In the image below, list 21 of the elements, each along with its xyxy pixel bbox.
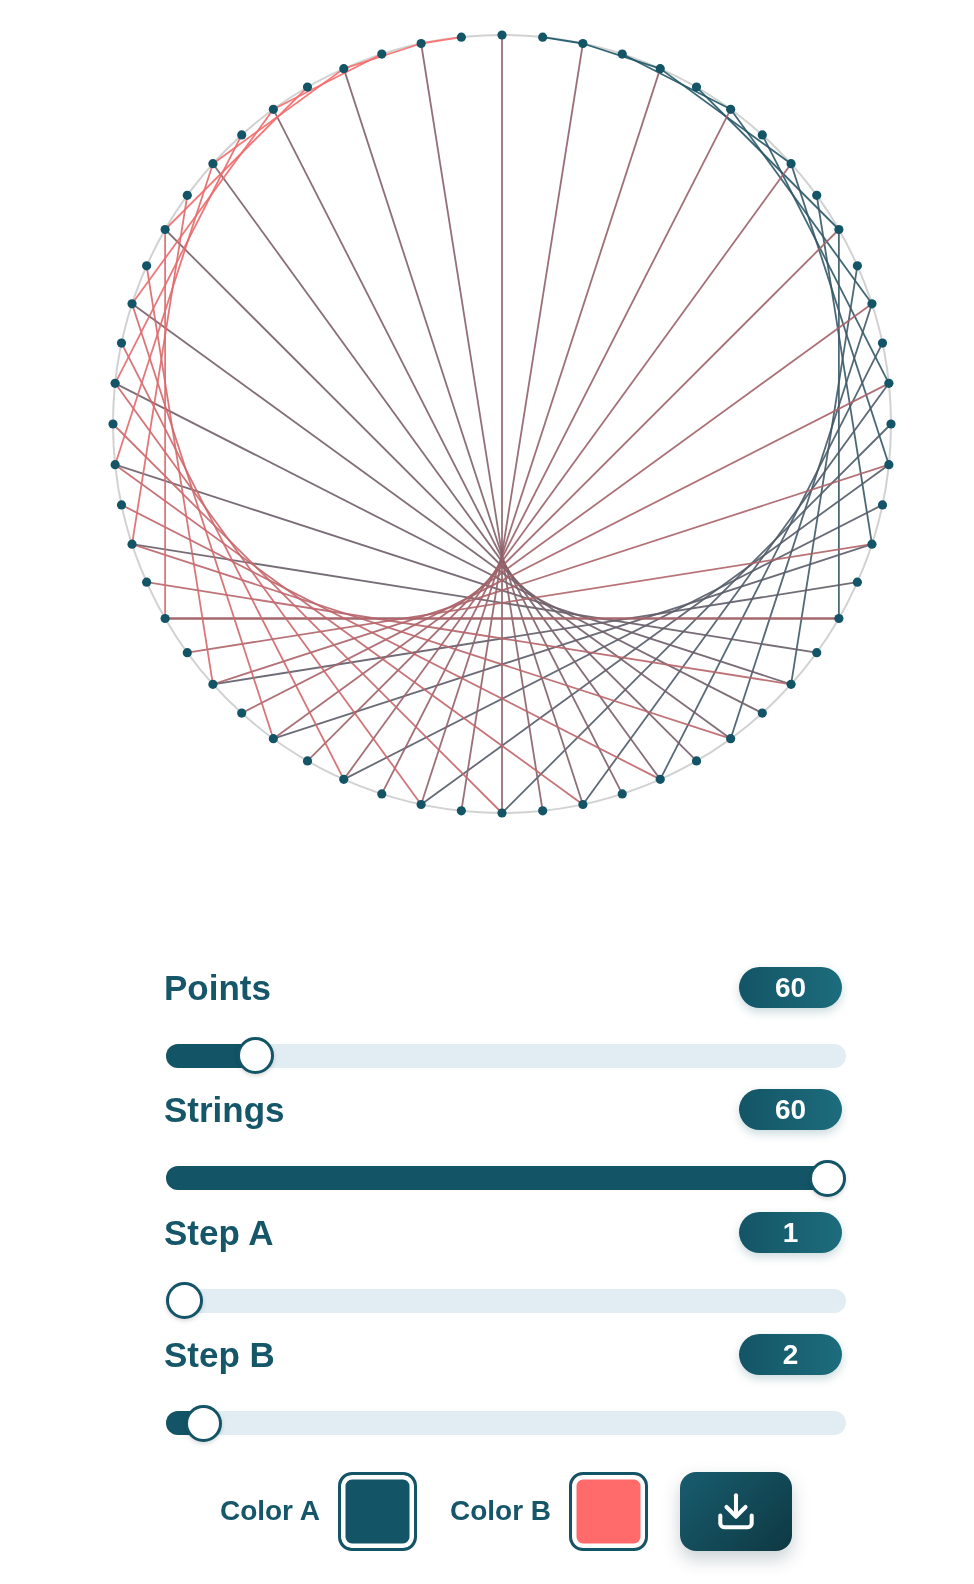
- slider-value: 1: [739, 1211, 842, 1253]
- slider-label: Step A: [164, 1211, 274, 1253]
- slider-track[interactable]: [166, 1037, 846, 1074]
- slider-track[interactable]: [166, 1282, 846, 1319]
- color-label: Color A: [219, 1494, 320, 1528]
- color-swatch[interactable]: [569, 1471, 649, 1551]
- slider-label: Strings: [164, 1089, 285, 1130]
- slider-thumb[interactable]: [809, 1159, 846, 1197]
- color-label: Color B: [450, 1494, 552, 1528]
- color-swatch[interactable]: [338, 1471, 417, 1551]
- slider-track[interactable]: [166, 1159, 846, 1197]
- slider-value: 60: [739, 1089, 842, 1130]
- download-icon: [718, 1492, 755, 1530]
- slider-label: Points: [164, 966, 271, 1008]
- slider-label: Step B: [164, 1334, 275, 1375]
- slider-thumb[interactable]: [166, 1282, 203, 1319]
- slider-value: 60: [739, 966, 842, 1008]
- slider-track[interactable]: [166, 1404, 846, 1442]
- download-button[interactable]: [680, 1471, 793, 1551]
- slider-value: 2: [739, 1334, 842, 1375]
- slider-thumb[interactable]: [185, 1404, 223, 1442]
